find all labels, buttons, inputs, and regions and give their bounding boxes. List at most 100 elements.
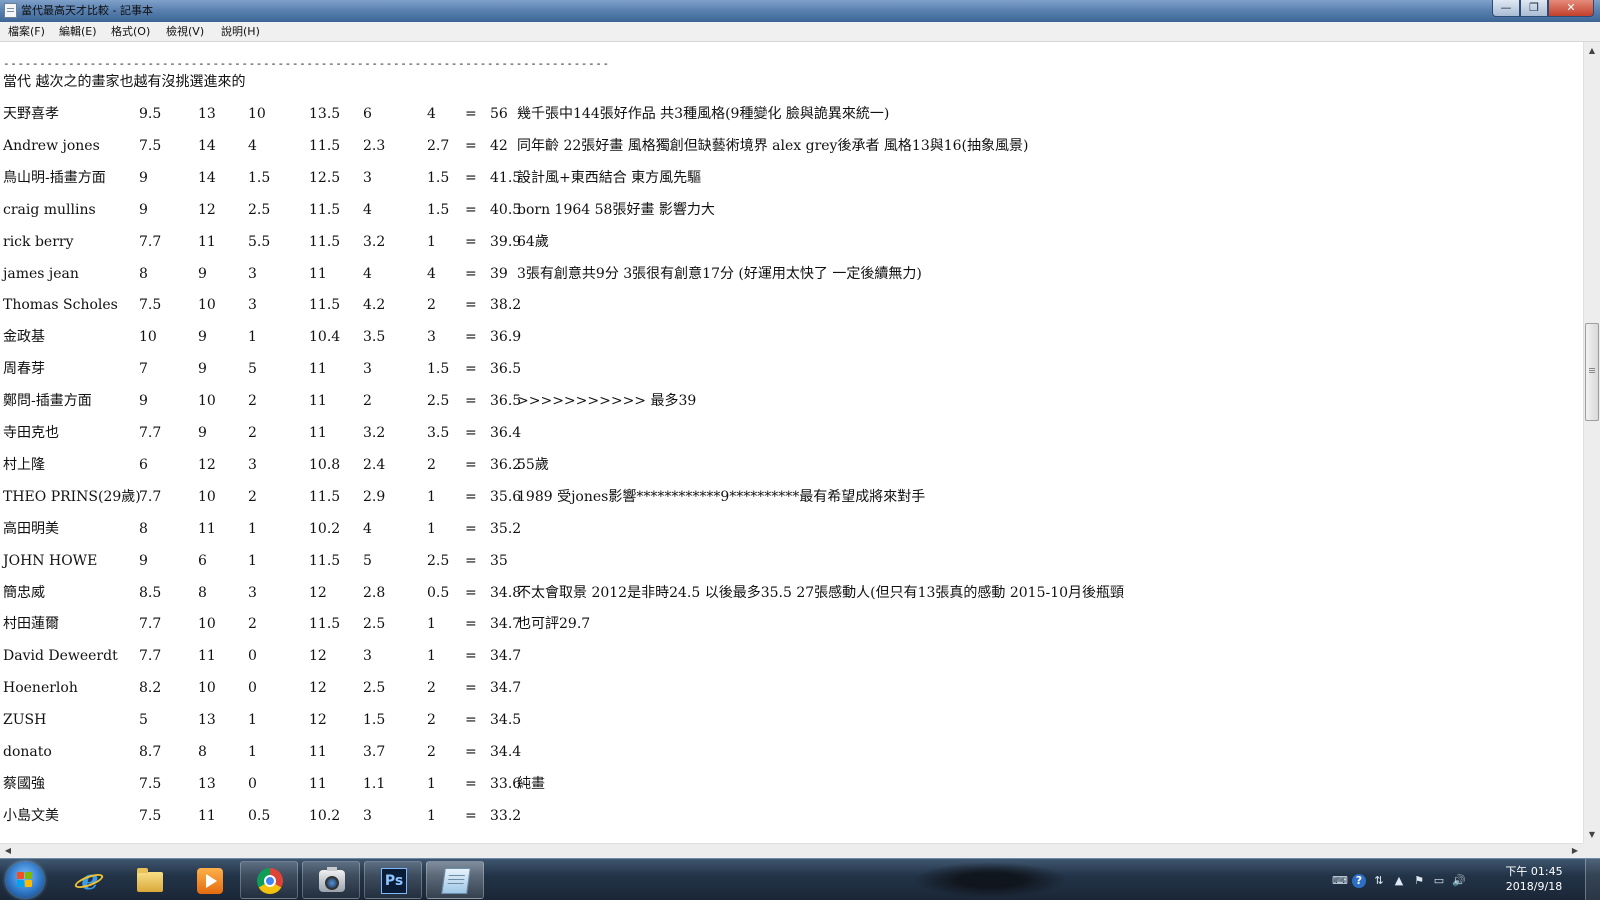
line-d: 11.5 xyxy=(309,488,341,505)
windows-logo-icon xyxy=(17,872,33,888)
line-note: born 1964 58張好畫 影響力大 xyxy=(517,201,715,218)
line-equals: = xyxy=(465,584,477,601)
line-c: 2 xyxy=(248,488,257,505)
grip-icon xyxy=(1589,368,1595,374)
line-name: 簡忠威 xyxy=(3,584,45,601)
network-icon[interactable]: ▭ xyxy=(1432,874,1446,888)
text-line: 簡忠威 8.5 8 3 12 2.8 0.5 = 34.8 不太會取景 2012是非時24.5 … xyxy=(3,583,1583,603)
line-total: 34.5 xyxy=(490,712,522,729)
network-transfer-icon[interactable]: ⇅ xyxy=(1372,874,1386,888)
line-f: 2 xyxy=(427,297,436,314)
menu-bar: 檔案(F) 編輯(E) 格式(O) 檢視(V) 說明(H) xyxy=(0,22,1600,42)
show-hidden-icons-icon[interactable]: ▲ xyxy=(1392,874,1406,888)
line-b: 11 xyxy=(198,520,216,537)
line-total: 34.7 xyxy=(490,680,522,697)
line-c: 10 xyxy=(248,106,266,122)
notepad-app-icon[interactable] xyxy=(4,3,17,18)
line-f: 0.5 xyxy=(427,584,450,601)
close-button[interactable]: ✕ xyxy=(1548,0,1594,17)
line-equals: = xyxy=(465,425,477,441)
line-equals: = xyxy=(465,361,477,378)
taskbar-ie-button[interactable]: e xyxy=(60,861,118,899)
taskbar-camera-button[interactable] xyxy=(302,861,360,899)
document-heading: 當代 越次之的畫家也越有沒挑選進來的 xyxy=(3,74,246,90)
line-a: 9 xyxy=(139,393,148,410)
line-note: 不太會取景 2012是非時24.5 以後最多35.5 27張感動人(但只有13張… xyxy=(517,584,1125,601)
vertical-scroll-thumb[interactable] xyxy=(1585,323,1599,421)
line-e: 5 xyxy=(363,552,372,569)
line-c: 1 xyxy=(248,520,257,537)
menu-format[interactable]: 格式(O) xyxy=(111,24,150,39)
line-e: 3 xyxy=(363,361,372,378)
taskbar-chrome-button[interactable] xyxy=(240,861,298,899)
line-name: Thomas Scholes xyxy=(3,297,118,314)
taskbar-media-button[interactable] xyxy=(180,861,238,899)
start-button[interactable] xyxy=(6,862,44,898)
help-icon[interactable]: ? xyxy=(1352,874,1366,888)
line-e: 2.4 xyxy=(363,456,386,473)
menu-view[interactable]: 檢視(V) xyxy=(166,24,204,39)
line-b: 10 xyxy=(198,488,216,505)
line-d: 11.5 xyxy=(309,552,341,569)
scroll-right-arrow-icon[interactable]: ▶ xyxy=(1567,844,1583,858)
action-center-flag-icon[interactable]: ⚑ xyxy=(1412,874,1426,888)
scroll-left-arrow-icon[interactable]: ◀ xyxy=(0,844,16,858)
text-line: THEO PRINS(29歲) 7.7 10 2 11.5 2.9 1 = 35.6 1989 … xyxy=(3,487,1583,507)
menu-edit[interactable]: 編輯(E) xyxy=(59,24,97,39)
line-d: 11.5 xyxy=(309,616,341,633)
menu-file[interactable]: 檔案(F) xyxy=(8,24,45,39)
line-f: 4 xyxy=(427,106,436,122)
menu-help[interactable]: 說明(H) xyxy=(221,24,260,39)
line-a: 7.7 xyxy=(139,648,162,665)
line-f: 2 xyxy=(427,456,436,473)
line-a: 6 xyxy=(139,456,148,473)
line-a: 7.5 xyxy=(139,137,162,154)
horizontal-scrollbar[interactable]: ◀ ▶ xyxy=(0,843,1583,858)
line-b: 12 xyxy=(198,201,216,218)
line-e: 1.1 xyxy=(363,775,386,792)
line-a: 7.7 xyxy=(139,488,162,505)
vertical-scrollbar[interactable]: ▲ ▼ xyxy=(1583,42,1600,843)
line-name: ZUSH xyxy=(3,712,47,729)
maximize-button[interactable]: ❐ xyxy=(1520,0,1548,17)
minimize-button[interactable]: — xyxy=(1492,0,1520,17)
taskbar-photoshop-button[interactable]: Ps xyxy=(364,861,422,899)
taskbar-clock[interactable]: 下午 01:45 2018/9/18 xyxy=(1499,864,1569,894)
line-b: 14 xyxy=(198,169,216,186)
line-note: 64歲 xyxy=(517,233,549,250)
scroll-down-arrow-icon[interactable]: ▼ xyxy=(1584,826,1600,843)
line-f: 2 xyxy=(427,712,436,729)
taskbar-explorer-button[interactable] xyxy=(120,861,178,899)
line-b: 11 xyxy=(198,807,216,824)
line-c: 0 xyxy=(248,775,257,792)
taskbar-notepad-button[interactable] xyxy=(426,861,484,899)
line-a: 5 xyxy=(139,712,148,729)
line-e: 3 xyxy=(363,807,372,824)
scroll-up-arrow-icon[interactable]: ▲ xyxy=(1584,42,1600,59)
line-e: 3.2 xyxy=(363,233,386,250)
line-d: 11.5 xyxy=(309,233,341,250)
line-a: 9.5 xyxy=(139,106,162,122)
line-f: 1 xyxy=(427,488,436,505)
line-c: 2.5 xyxy=(248,201,271,218)
line-equals: = xyxy=(465,137,477,154)
text-line: 村田蓮爾 7.7 10 2 11.5 2.5 1 = 34.7 也可評29.7 xyxy=(3,614,1583,634)
line-note: 3張有創意共9分 3張很有創意17分 (好運用太快了 一定後續無力) xyxy=(517,265,922,282)
line-equals: = xyxy=(465,488,477,505)
text-line: David Deweerdt 7.7 11 0 12 3 1 = 34.7 xyxy=(3,646,1583,666)
text-line: donato 8.7 8 1 11 3.7 2 = 34.4 xyxy=(3,742,1583,762)
line-c: 1 xyxy=(248,329,257,346)
line-equals: = xyxy=(465,744,477,760)
text-line: JOHN HOWE 9 6 1 11.5 5 2.5 = 35 xyxy=(3,551,1583,571)
volume-icon[interactable]: 🔊 xyxy=(1452,874,1466,888)
text-editor[interactable]: ----------------------------------------… xyxy=(0,42,1583,843)
keyboard-icon[interactable]: ⌨ xyxy=(1332,874,1348,888)
line-name: David Deweerdt xyxy=(3,648,118,665)
taskbar-background-art xyxy=(900,859,1080,897)
line-a: 10 xyxy=(139,329,157,346)
line-b: 9 xyxy=(198,265,207,282)
line-e: 2 xyxy=(363,393,372,410)
photoshop-icon: Ps xyxy=(381,868,407,894)
show-desktop-button[interactable] xyxy=(1585,859,1600,900)
line-equals: = xyxy=(465,552,477,569)
